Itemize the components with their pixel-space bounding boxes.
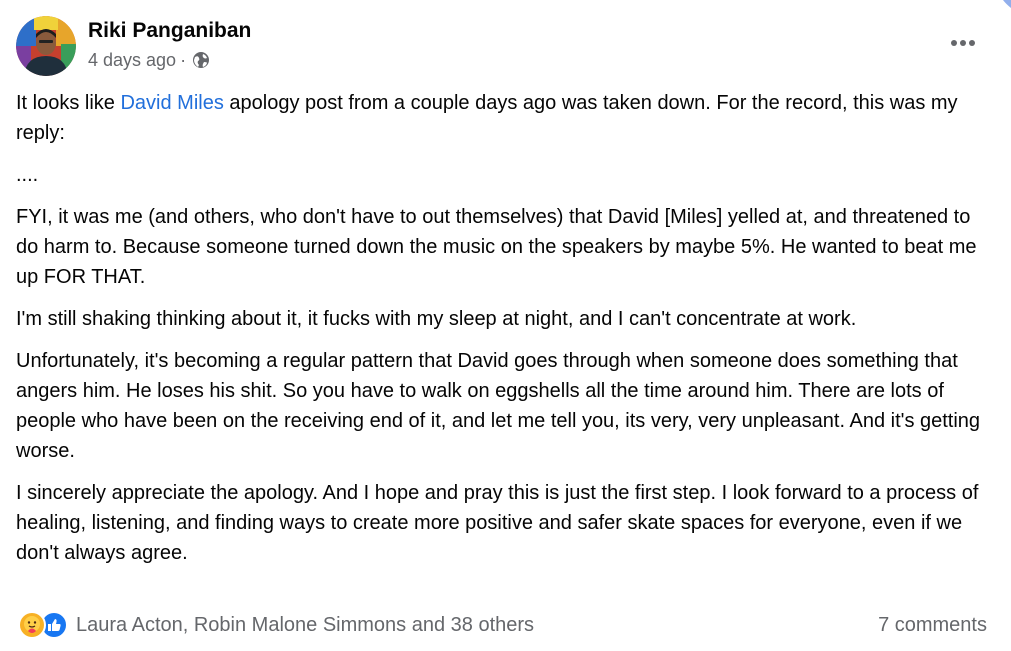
more-options-button[interactable] [945, 28, 981, 58]
author-name[interactable]: Riki Panganiban [88, 18, 251, 44]
separator-dot: · [180, 50, 187, 70]
care-icon [18, 611, 46, 639]
post-paragraph: I'm still shaking thinking about it, it … [16, 308, 857, 330]
post-header: Riki Panganiban 4 days ago · [16, 16, 251, 76]
avatar[interactable] [16, 16, 76, 76]
paragraph-text: It looks like [16, 92, 121, 114]
more-dot-icon [969, 40, 975, 46]
reactions-names: Laura Acton, Robin Malone Simmons and 38… [76, 613, 535, 636]
post-body: It looks like David Miles apology post f… [16, 88, 991, 580]
post-timestamp[interactable]: 4 days ago [88, 50, 176, 70]
post-paragraph: .... [16, 164, 39, 186]
globe-icon[interactable] [192, 51, 210, 69]
more-dot-icon [951, 40, 957, 46]
corner-accent [1003, 0, 1011, 8]
avatar-image [16, 16, 76, 76]
comments-count-link[interactable]: 7 comments [878, 614, 987, 637]
post-paragraph: FYI, it was me (and others, who don't ha… [16, 206, 977, 288]
post-footer: Laura Acton, Robin Malone Simmons and 38… [18, 608, 987, 642]
post-subline: 4 days ago · [88, 50, 251, 70]
post-card: Riki Panganiban 4 days ago · It looks li… [0, 0, 1011, 651]
reactions-summary[interactable]: Laura Acton, Robin Malone Simmons and 38… [18, 611, 534, 639]
post-paragraph: I sincerely appreciate the apology. And … [16, 482, 979, 564]
mention-link[interactable]: David Miles [120, 92, 223, 114]
post-paragraph: It looks like David Miles apology post f… [16, 88, 991, 148]
post-paragraph: Unfortunately, it's becoming a regular p… [16, 350, 981, 462]
more-dot-icon [960, 40, 966, 46]
author-meta: Riki Panganiban 4 days ago · [88, 18, 251, 70]
